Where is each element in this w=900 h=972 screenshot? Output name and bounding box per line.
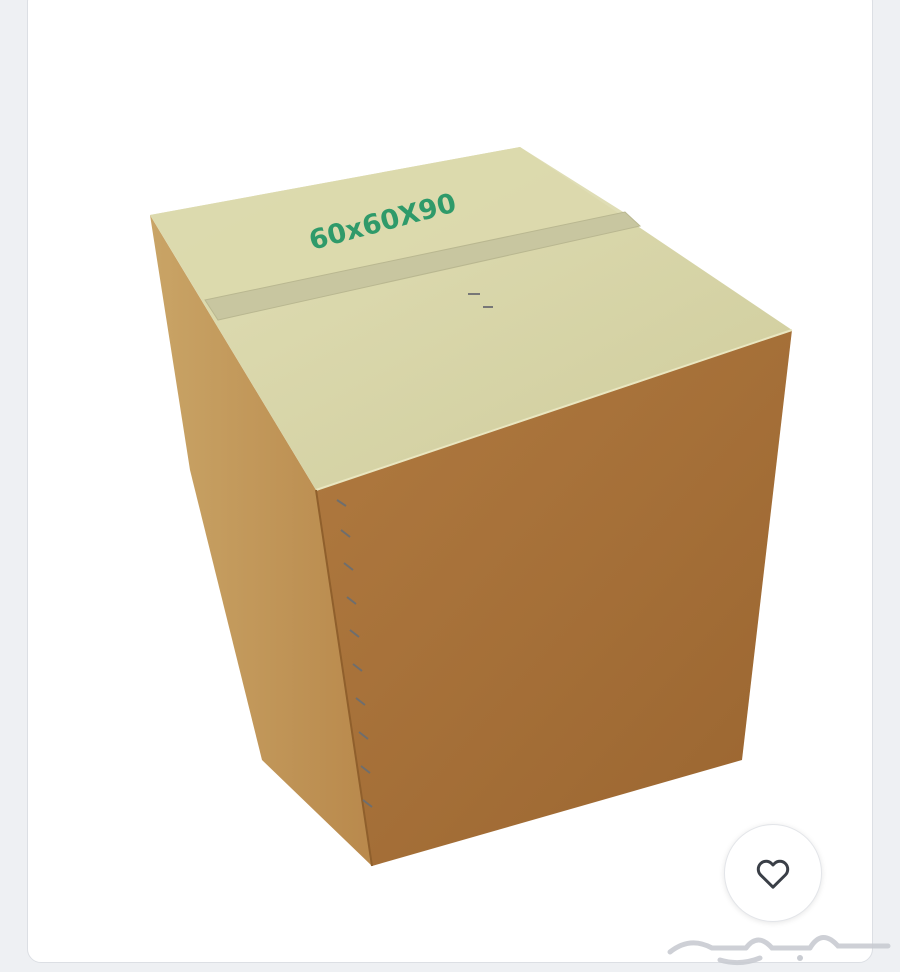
box-print-mark: [483, 306, 493, 308]
favorite-button[interactable]: [724, 824, 822, 922]
haraj-watermark-logo: [667, 935, 891, 966]
box-print-mark: [468, 293, 480, 295]
heart-icon: [756, 859, 790, 889]
